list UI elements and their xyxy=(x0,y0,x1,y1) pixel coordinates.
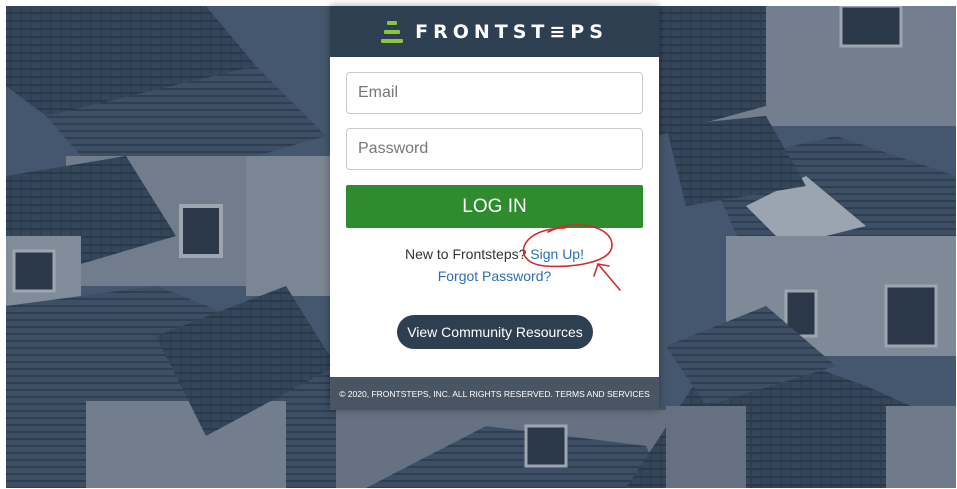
card-header: FRONTST≡PS xyxy=(330,6,659,57)
frontsteps-logo-icon xyxy=(381,19,404,45)
footer-text: © 2020, FRONTSTEPS, INC. ALL RIGHTS RESE… xyxy=(339,388,650,399)
view-community-resources-button[interactable]: View Community Resources xyxy=(397,315,593,349)
copyright-footer: © 2020, FRONTSTEPS, INC. ALL RIGHTS RESE… xyxy=(330,377,659,410)
signup-row: New to Frontsteps? Sign Up! xyxy=(330,246,659,262)
forgot-row: Forgot Password? xyxy=(330,268,659,284)
brand-name: FRONTST≡PS xyxy=(415,20,608,43)
email-input[interactable] xyxy=(346,72,643,114)
forgot-password-link[interactable]: Forgot Password? xyxy=(438,268,552,284)
password-input[interactable] xyxy=(346,128,643,170)
login-card: FRONTST≡PS LOG IN New to Frontsteps? Sig… xyxy=(330,6,659,410)
signup-link[interactable]: Sign Up! xyxy=(530,246,584,262)
login-button[interactable]: LOG IN xyxy=(346,185,643,228)
signup-prompt: New to Frontsteps? xyxy=(405,246,527,262)
